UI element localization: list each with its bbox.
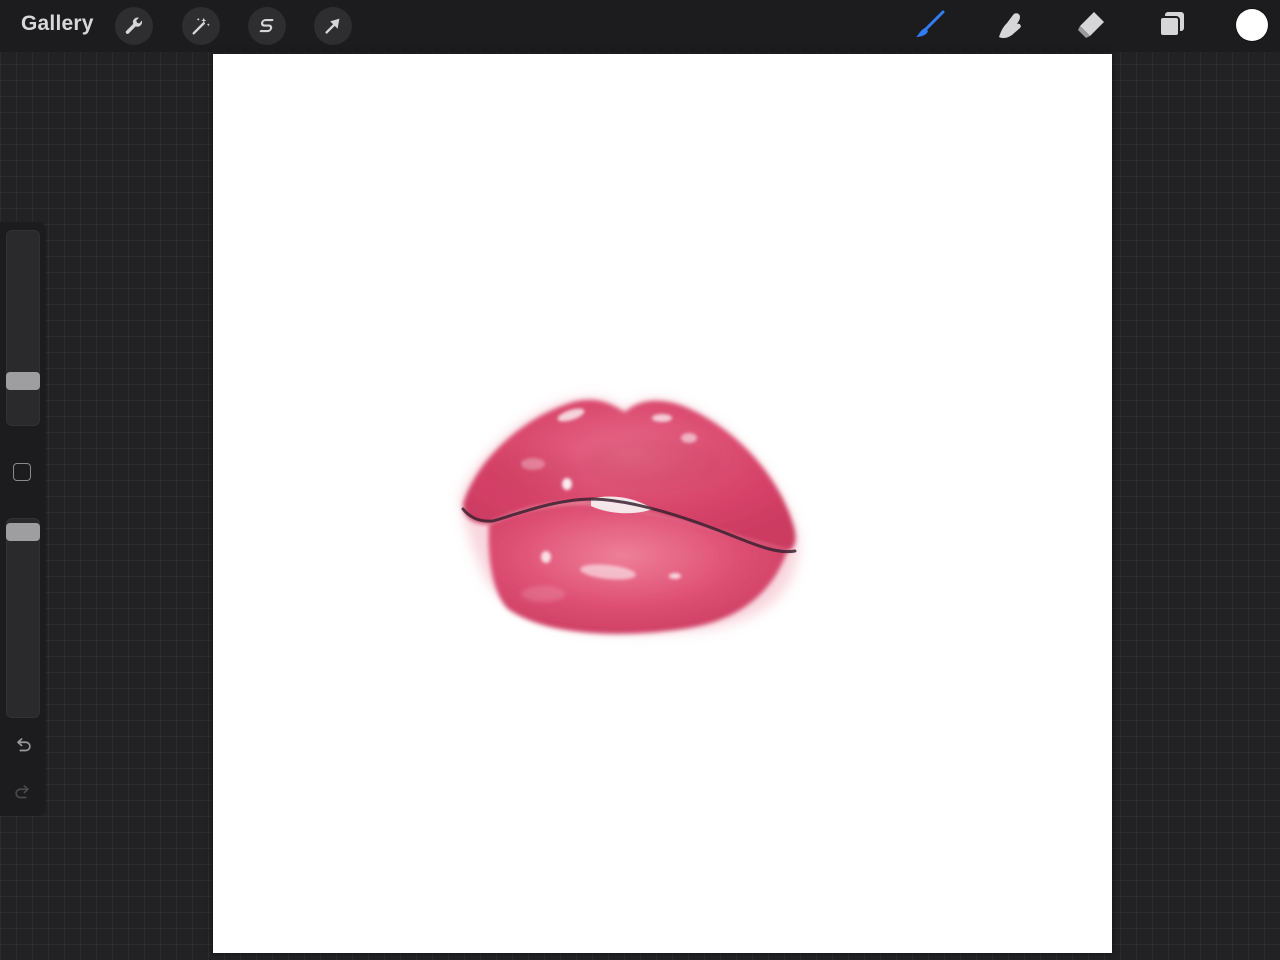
drawing-canvas[interactable] [213,54,1112,953]
lips-artwork [461,397,799,634]
left-sidebar [0,222,46,816]
actions-button[interactable] [115,7,153,45]
selection-button[interactable] [248,7,286,45]
color-picker-button[interactable] [1236,9,1268,41]
brush-size-slider[interactable] [6,230,40,426]
adjustments-button[interactable] [182,7,220,45]
redo-button[interactable] [11,782,35,806]
gallery-button[interactable]: Gallery [21,12,94,36]
redo-icon [12,781,34,808]
smudge-tool-button[interactable] [992,8,1028,44]
modify-square-icon[interactable] [13,463,31,481]
brush-icon [912,6,948,47]
selection-s-icon [256,15,278,37]
arrow-cursor-icon [322,15,344,37]
undo-button[interactable] [11,735,35,759]
brush-tool-button[interactable] [912,8,948,44]
eraser-tool-button[interactable] [1073,8,1109,44]
layers-icon [1156,8,1188,45]
layers-button[interactable] [1154,8,1190,44]
opacity-slider[interactable] [6,518,40,718]
eraser-icon [1074,7,1108,46]
top-toolbar: Gallery [0,0,1280,52]
magic-wand-icon [190,15,212,37]
wrench-icon [123,15,145,37]
smudge-finger-icon [993,7,1027,46]
brush-size-slider-thumb[interactable] [6,372,40,390]
opacity-slider-thumb[interactable] [6,523,40,541]
undo-icon [12,734,34,761]
transform-button[interactable] [314,7,352,45]
